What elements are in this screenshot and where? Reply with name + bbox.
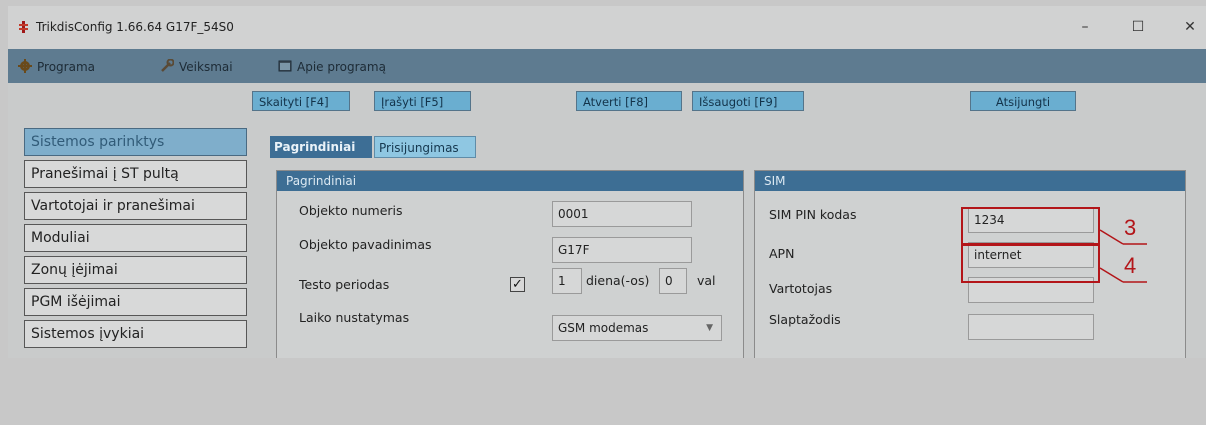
menu-programa-label: Programa [37,60,95,74]
test-hours-field[interactable]: 0 [659,268,687,294]
menu-veiksmai[interactable]: Veiksmai [160,58,233,76]
tab-pagrindiniai[interactable]: Pagrindiniai [270,136,372,158]
test-days-field[interactable]: 1 [552,268,582,294]
menu-apie-programa-label: Apie programą [297,60,386,74]
info-window-icon [278,60,292,72]
app-window: TrikdisConfig 1.66.64 G17F_54S0 – ☐ ✕ Pr… [8,6,1206,358]
sidebar-item-pranesimai-st-pulta[interactable]: Pranešimai į ST pultą [24,160,247,188]
open-button[interactable]: Atverti [F8] [576,91,682,111]
main-settings-group: Pagrindiniai Objekto numeris 0001 Objekt… [276,170,744,358]
callout-4: 4 [1124,253,1137,278]
menu-bar: Programa Veiksmai Apie programą [8,49,1206,83]
pin-highlight-box [961,207,1100,246]
password-field[interactable] [968,314,1094,340]
sidebar-item-sistemos-parinktys[interactable]: Sistemos parinktys [24,128,247,156]
time-setting-label: Laiko nustatymas [299,310,410,325]
maximize-button[interactable]: ☐ [1123,16,1153,38]
object-number-field[interactable]: 0001 [552,201,692,227]
time-setting-dropdown[interactable]: GSM modemas ▼ [552,315,722,341]
menu-programa[interactable]: Programa [18,58,95,76]
wrench-icon [161,59,174,72]
time-setting-value: GSM modemas [558,321,649,335]
test-days-unit: diena(-os) [586,273,650,288]
sidebar-item-vartotojai[interactable]: Vartotojai ir pranešimai [24,192,247,220]
main-group-title: Pagrindiniai [277,171,743,191]
tab-prisijungimas[interactable]: Prisijungimas [374,136,476,158]
sidebar-item-sistemos-ivykiai[interactable]: Sistemos įvykiai [24,320,247,348]
disconnect-button[interactable]: Atsijungti [970,91,1076,111]
minimize-button[interactable]: – [1070,16,1100,38]
test-period-label: Testo periodas [299,277,390,292]
apn-label: APN [769,246,795,261]
sidebar-item-pgm-isejimai[interactable]: PGM išėjimai [24,288,247,316]
object-number-label: Objekto numeris [299,203,403,218]
title-bar: TrikdisConfig 1.66.64 G17F_54S0 – ☐ ✕ [8,6,1206,49]
apn-highlight-box [961,243,1100,283]
password-label: Slaptažodis [769,312,841,327]
app-logo-icon [19,21,28,33]
sidebar-item-zonu-iejimai[interactable]: Zonų įėjimai [24,256,247,284]
sim-pin-label: SIM PIN kodas [769,207,857,222]
callout-3: 3 [1124,215,1137,240]
save-button[interactable]: Išsaugoti [F9] [692,91,804,111]
window-title: TrikdisConfig 1.66.64 G17F_54S0 [36,20,234,34]
menu-veiksmai-label: Veiksmai [179,60,233,74]
sim-group-title: SIM [755,171,1185,191]
sidebar-item-moduliai[interactable]: Moduliai [24,224,247,252]
chevron-down-icon: ▼ [706,323,713,333]
test-hours-unit: val [697,273,716,288]
read-button[interactable]: Skaityti [F4] [252,91,350,111]
menu-apie-programa[interactable]: Apie programą [278,58,386,76]
close-button[interactable]: ✕ [1175,16,1205,38]
gear-icon [18,59,32,73]
write-button[interactable]: Įrašyti [F5] [374,91,471,111]
object-name-label: Objekto pavadinimas [299,237,432,252]
user-label: Vartotojas [769,281,833,296]
object-name-field[interactable]: G17F [552,237,692,263]
test-period-checkbox[interactable]: ✓ [510,277,525,292]
